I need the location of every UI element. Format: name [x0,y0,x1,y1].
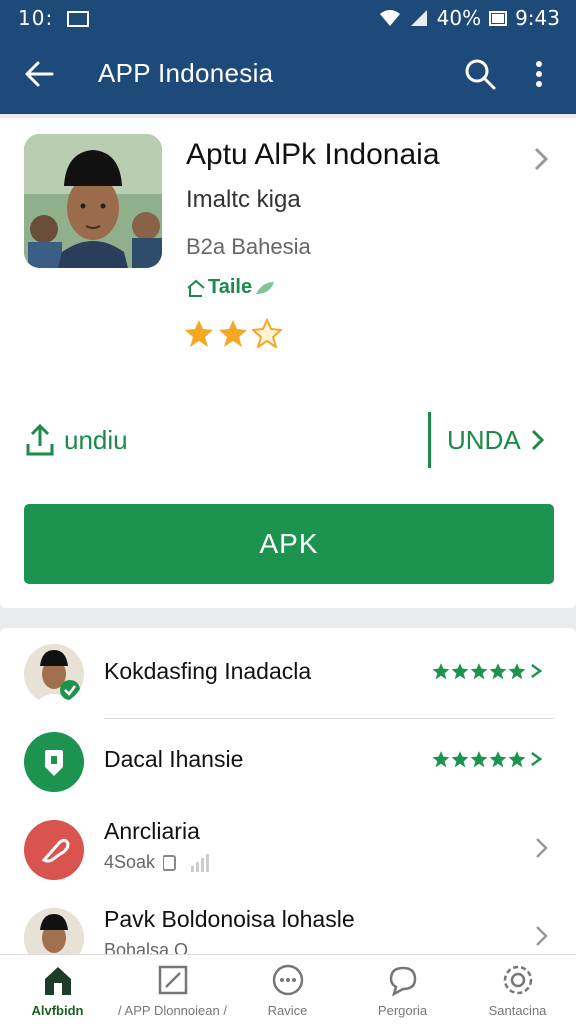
star-filled-icon [432,751,450,768]
bottom-navigation: Alvfbidn / APP Dlonnoiean / Ravice Pergoria… [0,954,576,1024]
nav-item-label: Ravice [267,1003,308,1018]
nav-item-label: / APP Dlonnoiean / [118,1003,227,1018]
star-filled-icon [219,320,247,347]
nav-item-2[interactable]: / APP Dlonnoiean / [115,963,230,1018]
star-filled-icon [451,663,469,680]
star-filled-icon [432,663,450,680]
app-language: B2a Bahesia [186,234,311,259]
rating-stars [184,318,282,348]
category-tag-label: Taile [208,276,253,298]
star-filled-icon [508,663,526,680]
rating-stars [432,750,545,768]
upload-icon [26,423,54,456]
unda-label: UNDA [447,424,521,455]
settings-icon [503,965,532,995]
app-detail-card: Aptu AlPk Indonaia Imaltc kiga B2a Bahes… [0,118,576,608]
list-item[interactable]: Dacal Ihansie [0,716,576,804]
notification-icon [66,11,89,27]
star-filled-icon [489,751,507,768]
nav-item-label: Alvfbidn [31,1003,84,1018]
signal-bars-icon [163,853,210,872]
list-item-subtitle: 4Soak [104,852,156,872]
nav-item-1[interactable]: Alvfbidn [0,963,115,1018]
avatar [24,644,84,704]
list-item[interactable]: Kokdasfing Inadacla [0,628,576,716]
chevron-right-icon [536,926,548,946]
back-arrow-icon[interactable] [22,56,58,92]
star-filled-icon [508,751,526,768]
list-item-label: Anrcliaria [104,818,200,844]
rating-stars [432,662,545,680]
list-item-label: Pavk Boldonoisa lohasle [104,906,355,932]
nav-item-label: Santacina [488,1003,547,1018]
list-item-label: Dacal Ihansie [104,746,244,772]
category-tag[interactable]: Taile [186,276,276,299]
app-bar: APP Indonesia [0,34,576,114]
chevron-right-icon [536,838,548,858]
list-item-label: Kokdasfing Inadacla [104,658,312,684]
developer-name[interactable]: Imaltc kiga [186,186,301,214]
status-time-right: 9:43 [515,6,560,30]
status-time-left: 10: [18,6,89,30]
battery-icon [489,11,508,26]
nav-item-label: Pergoria [377,1003,428,1018]
nav-item-3[interactable]: Ravice [230,963,345,1018]
signal-icon [410,10,427,26]
app-icon-avatar [24,134,162,268]
home-icon [44,967,71,995]
download-badge-icon [24,732,84,792]
leaf-icon [256,281,275,294]
nav-item-4[interactable]: Pergoria [345,963,460,1018]
app-name: Aptu AlPk Indonaia [186,138,440,171]
star-filled-icon [470,751,488,768]
chevron-right-icon [531,429,544,451]
house-icon [187,279,205,297]
overflow-menu-icon[interactable] [524,56,554,92]
star-filled-icon [451,751,469,768]
unda-link[interactable]: UNDA [428,412,547,468]
wifi-icon [379,10,400,26]
more-circle-icon [272,964,303,996]
chevron-right-icon[interactable] [530,144,552,174]
apk-download-button[interactable]: APK [24,504,554,584]
page-title: APP Indonesia [98,58,274,88]
link-badge-icon [24,820,84,880]
list-divider [104,718,554,719]
battery-percent: 40% [436,6,482,30]
share-link[interactable]: undiu [24,422,128,458]
list-item[interactable]: Anrcliaria 4Soak [0,804,576,892]
arrow-right-icon [531,664,543,678]
status-bar: 10: 40% 9:43 [0,0,576,34]
nav-item-5[interactable]: Santacina [460,963,575,1018]
star-filled-icon [185,320,213,347]
search-icon[interactable] [462,56,498,92]
edit-icon [158,965,187,995]
star-filled-icon [470,663,488,680]
chat-icon [389,966,416,997]
arrow-right-icon [531,752,543,766]
star-outline-icon [252,318,282,348]
star-filled-icon [489,663,507,680]
share-label: undiu [64,424,128,455]
